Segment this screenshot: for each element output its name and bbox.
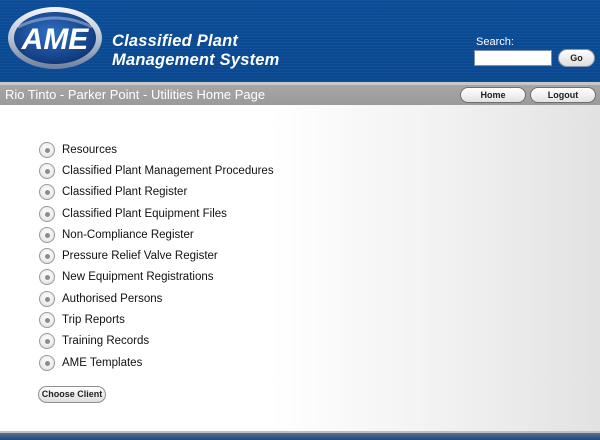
page-title: Rio Tinto - Parker Point - Utilities Hom… bbox=[5, 87, 266, 102]
radio-bullet-icon bbox=[39, 248, 55, 265]
menu-item-pressure-relief-valve-register[interactable]: Pressure Relief Valve Register bbox=[39, 245, 274, 266]
menu-item-plant-register[interactable]: Classified Plant Register bbox=[39, 182, 274, 203]
menu-item-label: Authorised Persons bbox=[62, 292, 163, 305]
radio-bullet-icon bbox=[39, 269, 55, 286]
menu-item-label: Training Records bbox=[62, 335, 150, 348]
radio-bullet-icon bbox=[39, 226, 55, 243]
menu-item-label: Classified Plant Management Procedures bbox=[62, 164, 274, 177]
menu-item-label: Classified Plant Equipment Files bbox=[62, 207, 227, 220]
title-bar: Rio Tinto - Parker Point - Utilities Hom… bbox=[0, 85, 600, 105]
radio-bullet-icon bbox=[39, 333, 55, 350]
app-title-line1: Classified Plant bbox=[112, 32, 239, 50]
menu-item-equipment-files[interactable]: Classified Plant Equipment Files bbox=[39, 203, 274, 224]
radio-bullet-icon bbox=[39, 354, 55, 371]
menu-item-label: Trip Reports bbox=[62, 314, 125, 327]
menu-item-label: Classified Plant Register bbox=[62, 186, 188, 199]
menu-item-resources[interactable]: Resources bbox=[39, 139, 274, 160]
radio-bullet-icon bbox=[39, 205, 55, 222]
home-button[interactable]: Home bbox=[460, 87, 526, 103]
menu-item-label: New Equipment Registrations bbox=[62, 271, 214, 284]
app-header: AME Classified Plant Management System S… bbox=[0, 0, 600, 82]
menu-item-label: Pressure Relief Valve Register bbox=[62, 250, 218, 263]
menu-item-management-procedures[interactable]: Classified Plant Management Procedures bbox=[39, 160, 274, 181]
menu-item-label: Non-Compliance Register bbox=[62, 228, 194, 241]
menu-item-label: Resources bbox=[62, 143, 117, 156]
search-label: Search: bbox=[476, 36, 514, 48]
menu-item-authorised-persons[interactable]: Authorised Persons bbox=[39, 288, 274, 309]
radio-bullet-icon bbox=[39, 141, 55, 158]
app-title-line2: Management System bbox=[112, 51, 280, 69]
svg-text:AME: AME bbox=[21, 23, 90, 56]
menu-item-new-equipment-registrations[interactable]: New Equipment Registrations bbox=[39, 267, 274, 288]
menu-item-training-records[interactable]: Training Records bbox=[39, 331, 274, 352]
app-title: Classified Plant Management System bbox=[112, 32, 280, 70]
radio-bullet-icon bbox=[39, 312, 55, 329]
ame-logo[interactable]: AME bbox=[6, 5, 104, 71]
choose-client-button[interactable]: Choose Client bbox=[38, 386, 106, 403]
utilities-menu: Resources Classified Plant Management Pr… bbox=[39, 139, 274, 373]
radio-bullet-icon bbox=[39, 184, 55, 201]
menu-item-ame-templates[interactable]: AME Templates bbox=[39, 352, 274, 373]
radio-bullet-icon bbox=[39, 162, 55, 179]
menu-item-trip-reports[interactable]: Trip Reports bbox=[39, 309, 274, 330]
radio-bullet-icon bbox=[39, 290, 55, 307]
menu-item-label: AME Templates bbox=[62, 356, 143, 369]
main-content: Resources Classified Plant Management Pr… bbox=[0, 105, 600, 431]
menu-item-non-compliance-register[interactable]: Non-Compliance Register bbox=[39, 224, 274, 245]
search-input[interactable] bbox=[474, 50, 552, 66]
logout-button[interactable]: Logout bbox=[530, 87, 596, 103]
footer-bar bbox=[0, 433, 600, 440]
go-button[interactable]: Go bbox=[558, 49, 595, 67]
